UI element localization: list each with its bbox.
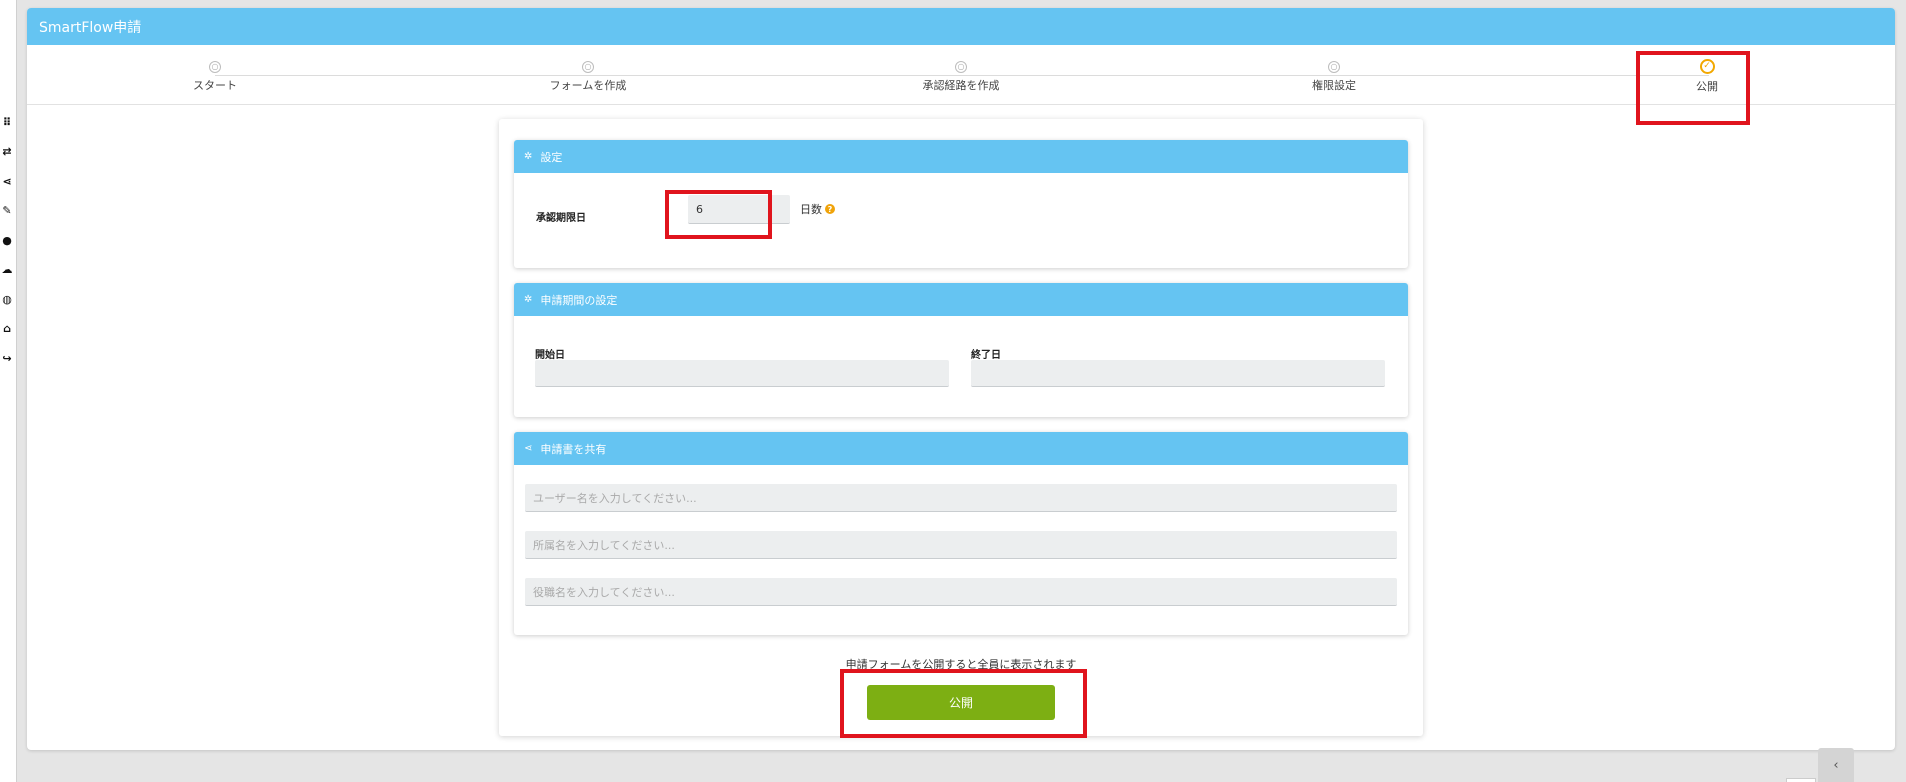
user-name-input[interactable]: ユーザー名を入力してください... <box>525 484 1397 512</box>
settings-card-title: 設定 <box>540 150 563 164</box>
app-title: SmartFlow申請 <box>39 19 142 36</box>
publish-notice: 申請フォームを公開すると全員に表示されます <box>845 658 1077 671</box>
step-start[interactable]: ○ スタート <box>135 61 295 93</box>
chevron-left-icon: ‹ <box>1833 757 1839 773</box>
step-label: 権限設定 <box>1312 79 1356 92</box>
step-label: 公開 <box>1696 80 1718 93</box>
position-input[interactable]: 役職名を入力してください... <box>525 578 1397 606</box>
settings-card-header: ✲ 設定 <box>514 140 1408 173</box>
step-pending-icon: ○ <box>1328 61 1340 73</box>
publish-button[interactable]: 公開 <box>867 685 1055 720</box>
step-pending-icon: ○ <box>582 61 594 73</box>
end-date-input[interactable] <box>971 360 1385 387</box>
share-icon[interactable]: ⋖ <box>0 174 14 188</box>
left-sidebar: ⠿ ⇄ ⋖ ✎ ● ☁ ◍ ⌂ ↪ <box>0 0 17 782</box>
step-pending-icon: ○ <box>209 61 221 73</box>
step-label: スタート <box>193 79 237 92</box>
pencil-icon[interactable]: ✎ <box>0 203 14 217</box>
step-publish[interactable]: ✓ 公開 <box>1627 59 1787 94</box>
settings-card: ✲ 設定 承認期限日 6 日数 ? <box>514 140 1408 268</box>
period-card-header: ✲ 申請期間の設定 <box>514 283 1408 316</box>
share-icon: ⋖ <box>524 443 533 454</box>
share-card-title: 申請書を共有 <box>540 442 607 456</box>
approval-deadline-label: 承認期限日 <box>536 213 586 224</box>
period-card-title: 申請期間の設定 <box>540 293 618 307</box>
help-icon[interactable]: ? <box>825 204 835 214</box>
collapse-button[interactable]: ‹ <box>1818 748 1854 782</box>
start-date-label: 開始日 <box>535 350 565 361</box>
department-input[interactable]: 所属名を入力してください... <box>525 531 1397 559</box>
logout-icon[interactable]: ↪ <box>0 351 14 365</box>
globe-icon[interactable]: ◍ <box>0 292 14 306</box>
building-icon[interactable]: ⌂ <box>0 321 14 335</box>
gear-icon: ✲ <box>524 151 533 162</box>
link-icon[interactable]: ⇄ <box>0 144 14 158</box>
step-pending-icon: ○ <box>955 61 967 73</box>
end-date-label: 終了日 <box>971 350 1001 361</box>
step-create-form[interactable]: ○ フォームを作成 <box>508 61 668 93</box>
gear-icon: ✲ <box>524 294 533 305</box>
step-approval-route[interactable]: ○ 承認経路を作成 <box>881 61 1041 93</box>
progress-stepper: ○ スタート ○ フォームを作成 ○ 承認経路を作成 ○ 権限設定 ✓ 公開 <box>27 45 1895 105</box>
days-unit-label: 日数 <box>800 203 822 216</box>
app-title-bar: SmartFlow申請 <box>27 8 1895 45</box>
share-application-card: ⋖ 申請書を共有 ユーザー名を入力してください... 所属名を入力してください.… <box>514 432 1408 635</box>
approval-deadline-unit: 日数 ? <box>800 202 835 216</box>
approval-deadline-input[interactable]: 6 <box>688 195 790 224</box>
corner-control <box>1786 778 1816 782</box>
step-permissions[interactable]: ○ 権限設定 <box>1254 61 1414 93</box>
check-icon: ✓ <box>1699 59 1715 74</box>
step-label: 承認経路を作成 <box>922 79 1000 92</box>
user-icon[interactable]: ● <box>0 233 14 247</box>
grid-icon[interactable]: ⠿ <box>0 115 14 129</box>
publish-settings-panel: ✲ 設定 承認期限日 6 日数 ? ✲ 申請期間の設定 開始日 終了日 ⋖ 申請… <box>499 119 1423 736</box>
share-card-header: ⋖ 申請書を共有 <box>514 432 1408 465</box>
start-date-input[interactable] <box>535 360 949 387</box>
application-period-card: ✲ 申請期間の設定 開始日 終了日 <box>514 283 1408 417</box>
step-label: フォームを作成 <box>549 79 627 92</box>
cloud-icon[interactable]: ☁ <box>0 262 14 276</box>
